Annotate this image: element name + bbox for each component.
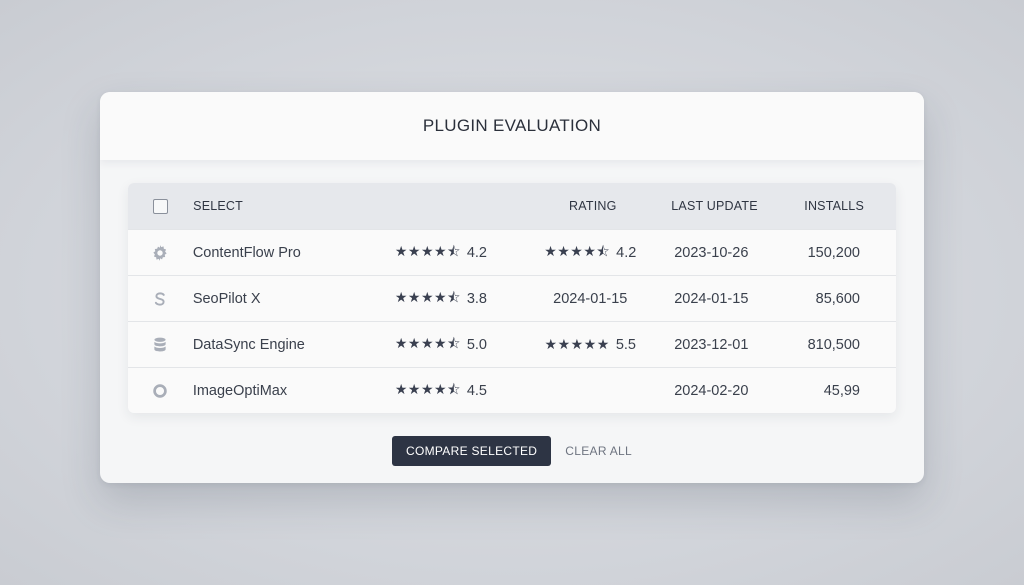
table-row[interactable]: ContentFlow Pro ★★★★⯪ 4.2 ★★★★⯪ 4.2 2023… [128, 229, 896, 275]
header-select[interactable]: SELECT [193, 199, 396, 213]
header-rating[interactable]: RATING [531, 199, 656, 213]
last-update-value: 2023-10-26 [674, 244, 749, 261]
table-row[interactable]: DataSync Engine ★★★★⯪ 5.0 ★★★★★ 5.5 2023… [128, 321, 896, 367]
last-update-value: 2024-01-15 [674, 290, 749, 307]
rating-secondary: 2024-01-15 [528, 291, 652, 307]
rating-primary: ★★★★⯪ 4.5 [395, 379, 528, 403]
installs-value: 810,500 [807, 336, 860, 353]
dialog-header: PLUGIN EVALUATION [100, 92, 924, 160]
plugin-name: ContentFlow Pro [192, 244, 301, 261]
clear-all-button[interactable]: CLEAR ALL [565, 444, 632, 458]
database-icon [151, 336, 169, 354]
table-row[interactable]: ImageOptiMax ★★★★⯪ 4.5 2024-02-20 45,99 [128, 367, 896, 413]
row-icon-cell [128, 290, 193, 308]
header-last-update[interactable]: LAST UPDATE [655, 199, 774, 213]
compare-selected-button[interactable]: COMPARE SELECTED [391, 436, 552, 466]
header-installs[interactable]: INSTALLS [774, 199, 896, 213]
installs-value: 150,200 [807, 244, 860, 261]
plugin-name: ImageOptiMax [192, 382, 288, 399]
rating-secondary: ★★★★★ 5.5 [528, 336, 652, 353]
rating-value: 4.2 [616, 244, 637, 261]
table-row[interactable]: SeoPilot X ★★★★⯪ 3.8 2024-01-15 2024-01-… [128, 275, 896, 321]
rating-primary: ★★★★⯪ 5.0 [395, 333, 528, 357]
rating-primary: ★★★★⯪ 4.2 [395, 241, 528, 265]
star-rating-icon: ★★★★⯪ [544, 242, 611, 259]
rating-primary: ★★★★⯪ 3.8 [395, 287, 528, 311]
plugin-table: SELECT RATING LAST UPDATE INSTALLS Conte… [128, 183, 896, 413]
star-rating-icon: ★★★★⯪ [394, 242, 461, 259]
s-icon [151, 290, 169, 308]
rating-secondary-value: 2024-01-15 [553, 290, 628, 307]
row-icon-cell [128, 336, 193, 354]
plugin-name: DataSync Engine [192, 336, 305, 353]
dialog-actions: COMPARE SELECTED CLEAR ALL [100, 436, 924, 466]
last-update-value: 2024-02-20 [674, 382, 749, 399]
star-rating-icon: ★★★★⯪ [394, 288, 461, 305]
plugin-name: SeoPilot X [192, 290, 261, 307]
row-icon-cell [128, 382, 193, 400]
star-rating-icon: ★★★★⯪ [394, 380, 461, 397]
installs-value: 85,600 [815, 290, 860, 307]
rating-secondary: ★★★★⯪ 4.2 [528, 241, 652, 265]
select-all-cell [128, 198, 193, 214]
table-header-row: SELECT RATING LAST UPDATE INSTALLS [128, 183, 896, 229]
star-rating-icon: ★★★★★ [544, 336, 610, 352]
plugin-evaluation-dialog: PLUGIN EVALUATION SELECT RATING LAST UPD… [100, 92, 924, 483]
dialog-title: PLUGIN EVALUATION [422, 116, 602, 135]
rating-value: 4.2 [466, 244, 488, 261]
rating-value: 4.5 [466, 382, 488, 399]
select-all-checkbox[interactable] [153, 198, 169, 214]
gear-icon [151, 244, 169, 262]
ring-icon [151, 382, 169, 400]
row-icon-cell [128, 244, 193, 262]
rating-value: 5.5 [615, 336, 636, 353]
rating-value: 5.0 [466, 336, 488, 353]
last-update-value: 2023-12-01 [674, 336, 749, 353]
star-rating-icon: ★★★★⯪ [394, 334, 461, 351]
installs-value: 45,99 [823, 382, 860, 399]
rating-value: 3.8 [466, 290, 488, 307]
